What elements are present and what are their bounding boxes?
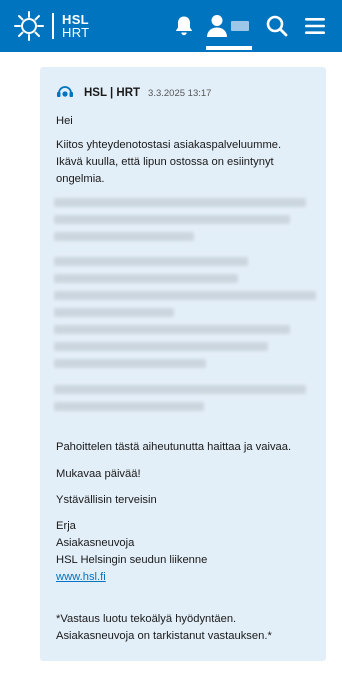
bell-icon <box>175 16 193 36</box>
disclaimer: *Vastaus luotu tekoälyä hyödyntäen. Asia… <box>56 611 318 645</box>
redacted-line <box>54 274 238 283</box>
redacted-line <box>54 257 248 266</box>
logo-line-2: HRT <box>62 25 90 40</box>
message-header: HSL | HRT 3.3.2025 13:17 <box>56 86 211 100</box>
signature-title: Asiakasneuvoja <box>56 537 135 549</box>
redacted-line <box>54 359 206 368</box>
redacted-line <box>54 385 306 394</box>
redacted-line <box>54 325 290 334</box>
menu-button[interactable] <box>301 12 329 40</box>
redacted-line <box>54 291 316 300</box>
redacted-line <box>54 342 268 351</box>
disclaimer-line: Asiakasneuvoja on tarkistanut vastauksen… <box>56 630 272 642</box>
menu-icon <box>305 18 325 34</box>
active-tab-indicator <box>206 46 252 50</box>
message-card: HSL | HRT 3.3.2025 13:17 Hei Kiitos yhte… <box>40 67 326 661</box>
intro-paragraph: Kiitos yhteydenotostasi asiakaspalveluum… <box>56 137 318 188</box>
search-icon <box>266 15 288 37</box>
redacted-line <box>54 308 174 317</box>
user-icon <box>207 15 249 37</box>
search-button[interactable] <box>263 12 291 40</box>
intro-line: Kiitos yhteydenotostasi asiakaspalveluum… <box>56 139 282 151</box>
signature-name: Erja <box>56 520 76 532</box>
signature-org: HSL Helsingin seudun liikenne <box>56 554 208 566</box>
wish-text: Mukavaa päivää! <box>56 468 141 480</box>
intro-line: Ikävä kuulla, että lipun ostossa on esii… <box>56 156 274 168</box>
website-link[interactable]: www.hsl.fi <box>56 571 106 583</box>
signature: Erja Asiakasneuvoja HSL Helsingin seudun… <box>56 518 318 586</box>
logo-wordmark: HSL HRT <box>62 13 89 39</box>
sender-name: HSL | HRT <box>84 87 141 99</box>
redacted-line <box>54 215 290 224</box>
apology-text: Pahoittelen tästä aiheutunutta haittaa j… <box>56 441 292 453</box>
closing-text: Ystävällisin terveisin <box>56 494 157 506</box>
logo-divider <box>52 13 54 39</box>
message-timestamp: 3.3.2025 13:17 <box>148 87 212 99</box>
agent-avatar-icon <box>57 86 73 97</box>
hsl-logo-icon <box>14 11 44 41</box>
redacted-line <box>54 198 306 207</box>
top-navigation-bar: HSL HRT <box>0 0 342 52</box>
greeting: Hei <box>56 115 73 127</box>
hsl-logo[interactable]: HSL HRT <box>12 9 89 43</box>
redacted-line <box>54 232 194 241</box>
account-button[interactable] <box>204 12 254 40</box>
intro-line: ongelmia. <box>56 173 105 185</box>
notifications-button[interactable] <box>170 12 198 40</box>
disclaimer-line: *Vastaus luotu tekoälyä hyödyntäen. <box>56 613 237 625</box>
redacted-line <box>54 402 204 411</box>
